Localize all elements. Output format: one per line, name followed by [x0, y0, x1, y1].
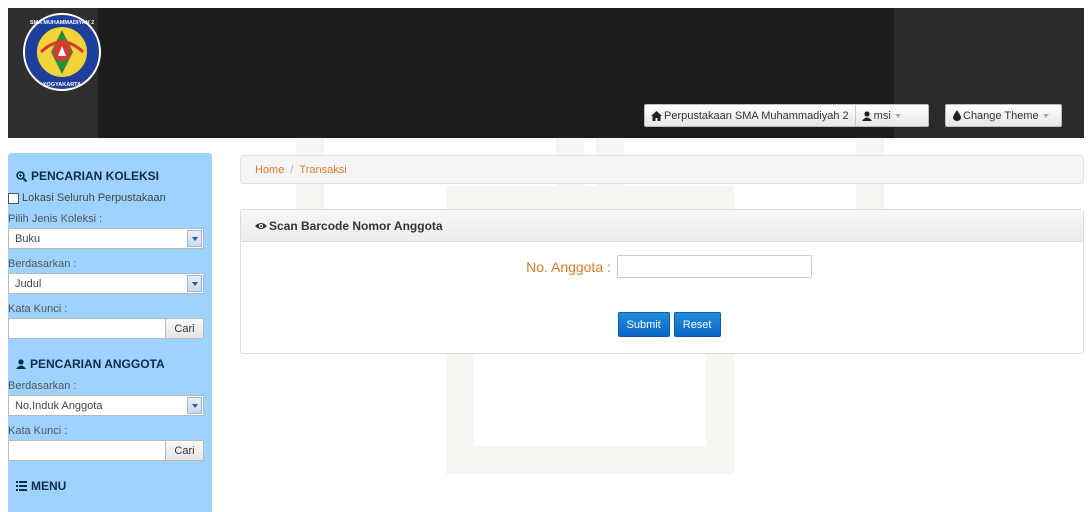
change-theme-button[interactable]: Change Theme: [945, 104, 1062, 127]
svg-text:SMA MUHAMMADIYAH 2: SMA MUHAMMADIYAH 2: [30, 20, 94, 26]
user-icon: [16, 359, 26, 369]
anggota-form-row: No. Anggota :: [241, 255, 1083, 278]
breadcrumb: Home / Transaksi: [240, 155, 1084, 184]
anggota-kata-kunci-label: Kata Kunci :: [8, 425, 68, 437]
no-anggota-label: No. Anggota :: [526, 258, 611, 275]
anggota-berdasarkan-label: Berdasarkan :: [8, 380, 77, 392]
tint-icon: [953, 110, 961, 121]
anggota-berdasarkan-select[interactable]: No.Induk Anggota: [8, 395, 204, 416]
chevron-down-icon[interactable]: [187, 275, 202, 292]
anggota-cari-button[interactable]: Cari: [166, 440, 204, 461]
jenis-koleksi-select[interactable]: Buku: [8, 228, 204, 249]
home-icon: [651, 110, 662, 121]
list-icon: [16, 481, 27, 491]
kata-kunci-label: Kata Kunci :: [8, 303, 68, 315]
form-buttons: Submit Reset: [241, 312, 1083, 337]
breadcrumb-home-link[interactable]: Home: [255, 164, 284, 176]
site-home-label: Perpustakaan SMA Muhammadiyah 2: [664, 109, 849, 122]
breadcrumb-current[interactable]: Transaksi: [299, 164, 346, 176]
eye-icon: [255, 222, 267, 229]
svg-text:YOGYAKARTA: YOGYAKARTA: [43, 82, 81, 88]
reset-button[interactable]: Reset: [673, 312, 721, 337]
zoom-in-icon: [16, 170, 27, 182]
panel-header: Scan Barcode Nomor Anggota: [241, 210, 1083, 242]
no-anggota-input[interactable]: [616, 255, 812, 278]
panel-title: Scan Barcode Nomor Anggota: [269, 218, 443, 233]
lokasi-label: Lokasi Seluruh Perpustakaan: [22, 192, 166, 204]
chevron-down-icon: [894, 113, 901, 118]
koleksi-search-input[interactable]: [8, 318, 166, 339]
chevron-down-icon: [1042, 113, 1049, 118]
user-menu-dropdown[interactable]: msi: [854, 105, 907, 126]
change-theme-label: Change Theme: [963, 109, 1039, 122]
jenis-koleksi-label: Pilih Jenis Koleksi :: [8, 213, 103, 225]
koleksi-section-title: PENCARIAN KOLEKSI: [8, 169, 212, 183]
koleksi-cari-button[interactable]: Cari: [166, 318, 204, 339]
breadcrumb-separator: /: [290, 163, 294, 176]
menu-section-title: MENU: [8, 479, 212, 493]
header-nav-group: Perpustakaan SMA Muhammadiyah 2 msi: [644, 104, 929, 127]
chevron-down-icon[interactable]: [187, 230, 202, 247]
user-menu-label: msi: [873, 109, 891, 122]
koleksi-search: Cari: [8, 318, 204, 339]
berdasarkan-select[interactable]: Judul: [8, 273, 204, 294]
sidebar: PENCARIAN KOLEKSI Lokasi Seluruh Perpust…: [8, 153, 212, 512]
submit-button[interactable]: Submit: [617, 312, 670, 337]
lokasi-checkbox[interactable]: [8, 192, 19, 204]
anggota-search-input[interactable]: [8, 440, 166, 461]
site-home-link[interactable]: Perpustakaan SMA Muhammadiyah 2: [645, 105, 855, 126]
chevron-down-icon[interactable]: [187, 397, 202, 414]
berdasarkan-label: Berdasarkan :: [8, 258, 77, 270]
anggota-section-title: PENCARIAN ANGGOTA: [8, 357, 212, 371]
lokasi-checkbox-row[interactable]: Lokasi Seluruh Perpustakaan: [8, 192, 212, 204]
school-logo[interactable]: SMA MUHAMMADIYAH 2 YOGYAKARTA: [21, 12, 103, 92]
user-icon: [861, 110, 872, 121]
scan-barcode-panel: Scan Barcode Nomor Anggota No. Anggota :…: [240, 209, 1084, 354]
anggota-search: Cari: [8, 440, 204, 461]
